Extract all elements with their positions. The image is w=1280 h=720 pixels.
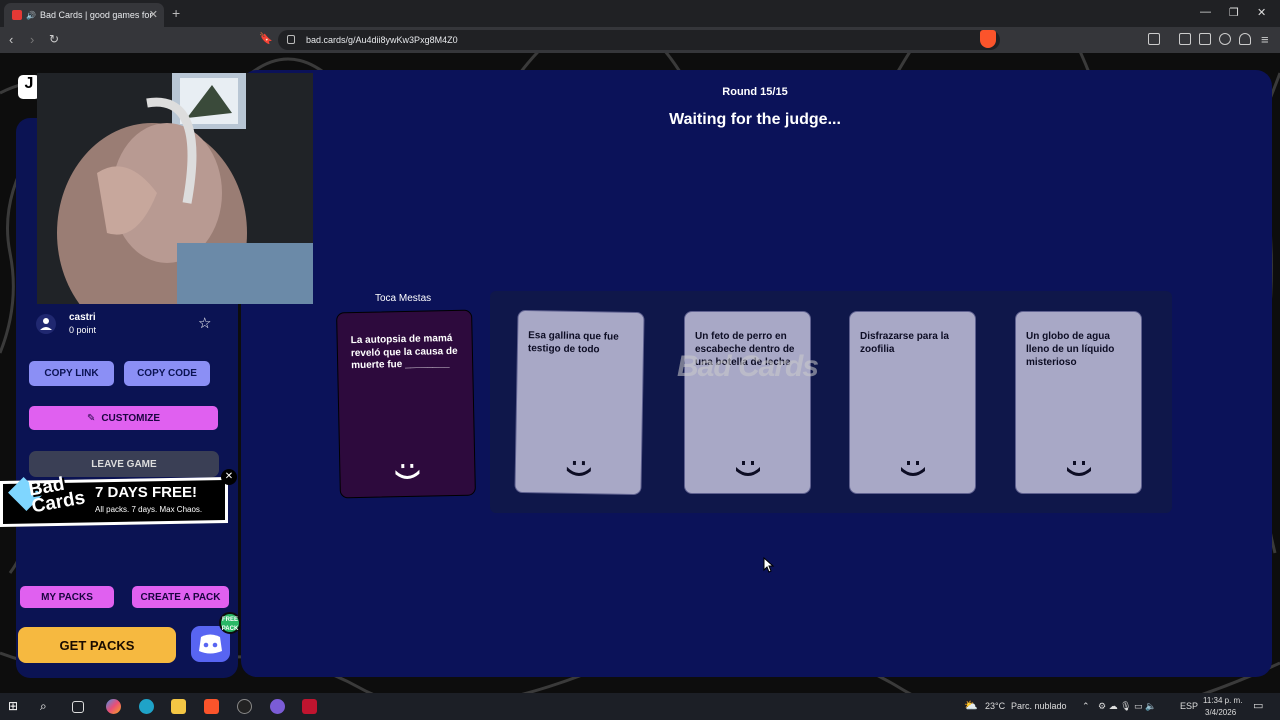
answer-text: Esa gallina que fue testigo de todo [527, 330, 619, 356]
free-pack-badge: FREE PACK [219, 612, 241, 634]
bad-cards-smile-icon [735, 461, 760, 476]
player-row: castri 0 point ☆ [36, 310, 226, 340]
search-icon[interactable]: ⌕ [40, 699, 55, 714]
minimize-icon[interactable]: — [1200, 6, 1211, 18]
player-name: castri [69, 312, 96, 323]
app-taskbar-icon[interactable] [302, 699, 317, 714]
customize-label: CUSTOMIZE [101, 412, 161, 424]
obs-icon[interactable] [237, 699, 252, 714]
leo-ai-icon[interactable] [1219, 33, 1231, 45]
restore-icon[interactable]: ❐ [1229, 6, 1239, 19]
bookmark-icon[interactable]: 🔖 [259, 32, 273, 45]
round-counter: Round 15/15 [722, 86, 788, 98]
browser-tab-bar: 🔊 Bad Cards | good games for ✕ + — ❐ ✕ [0, 0, 1280, 27]
create-pack-button[interactable]: CREATE A PACK [130, 584, 231, 610]
close-tab-icon[interactable]: ✕ [149, 8, 158, 21]
copilot-icon[interactable] [106, 699, 121, 714]
discord-taskbar-icon[interactable] [270, 699, 285, 714]
bad-cards-favicon-icon [12, 10, 22, 20]
language-indicator[interactable]: ESP [1180, 701, 1198, 711]
promo-subtitle: All packs. 7 days. Max Chaos. [95, 505, 203, 514]
site-info-icon[interactable] [287, 35, 295, 44]
url-text: bad.cards/g/Au4dii8ywKw3Pxg8M4Z0 [306, 35, 458, 45]
my-packs-button[interactable]: MY PACKS [18, 584, 116, 610]
player-points: 0 point [69, 325, 97, 335]
notifications-icon[interactable]: ▭ [1253, 699, 1263, 712]
menu-icon[interactable]: ≡ [1261, 32, 1269, 47]
game-status: Waiting for the judge... [669, 111, 841, 128]
file-explorer-icon[interactable] [171, 699, 186, 714]
edge-icon[interactable] [139, 699, 154, 714]
sidebar-panel-icon[interactable] [1148, 33, 1160, 45]
webcam-image [37, 73, 313, 304]
prompt-card: La autopsia de mamá reveló que la causa … [336, 309, 476, 499]
weather-icon[interactable]: ⛅ [964, 699, 978, 712]
wallet-icon[interactable] [1199, 33, 1211, 45]
bad-cards-smile-icon [395, 463, 420, 479]
answer-card[interactable]: Un globo de agua lleno de un líquido mis… [1015, 311, 1142, 494]
web-page: J castri 0 point ☆ COPY LINK COPY CODE ✎… [0, 53, 1280, 693]
vpn-icon[interactable] [1239, 33, 1251, 45]
bad-cards-smile-icon [900, 461, 925, 476]
promo-logo: Bad Cards [27, 473, 87, 518]
bad-cards-smile-icon [566, 460, 591, 476]
get-packs-button[interactable]: GET PACKS [18, 627, 176, 663]
brave-taskbar-icon[interactable] [204, 699, 219, 714]
address-bar[interactable]: bad.cards/g/Au4dii8ywKw3Pxg8M4Z0 [278, 30, 1000, 50]
promo-banner[interactable]: Bad Cards 7 DAYS FREE! All packs. 7 days.… [0, 469, 237, 543]
answer-text: Un globo de agua lleno de un líquido mis… [1026, 331, 1115, 368]
os-taskbar: ⊞ ⌕ ⛅ 23°C Parc. nublado ⌃ ⚙ ☁ 🎙 ▭ 🔈 ESP… [0, 693, 1280, 720]
close-promo-icon[interactable]: ✕ [221, 469, 237, 485]
task-view-icon[interactable] [72, 701, 84, 713]
judge-name: Toca Mestas [375, 293, 432, 304]
promo-title: 7 DAYS FREE! [95, 484, 197, 501]
close-window-icon[interactable]: ✕ [1257, 6, 1266, 19]
split-view-icon[interactable] [1179, 33, 1191, 45]
mouse-cursor-icon [763, 557, 775, 573]
tray-chevron-icon[interactable]: ⌃ [1082, 701, 1090, 712]
answer-card[interactable]: Un feto de perro en escabeche dentro de … [684, 311, 811, 494]
clock-time[interactable]: 11:34 p. m. [1203, 696, 1242, 705]
tab-title: Bad Cards | good games for [39, 10, 153, 20]
browser-toolbar: ‹ › ↻ 🔖 bad.cards/g/Au4dii8ywKw3Pxg8M4Z0… [0, 27, 1280, 53]
forward-icon[interactable]: › [30, 32, 34, 47]
weather-temp[interactable]: 23°C [985, 701, 1005, 711]
answer-card[interactable]: Disfrazarse para la zoofilia [849, 311, 976, 494]
tray-icons[interactable]: ⚙ ☁ 🎙 ▭ 🔈 [1098, 701, 1156, 712]
user-avatar-icon [36, 314, 56, 334]
bad-cards-smile-icon [1066, 461, 1091, 476]
back-icon[interactable]: ‹ [9, 32, 13, 47]
pencil-icon: ✎ [86, 412, 96, 424]
webcam-overlay [37, 73, 313, 304]
new-tab-icon[interactable]: + [172, 5, 180, 21]
watermark-logo: Bad Cards [677, 350, 819, 383]
customize-button[interactable]: ✎ CUSTOMIZE [27, 404, 220, 432]
prompt-text: La autopsia de mamá reveló que la causa … [350, 333, 458, 372]
clock-date[interactable]: 3/4/2026 [1205, 708, 1236, 717]
speaker-icon[interactable]: 🔊 [26, 11, 36, 20]
answer-card[interactable]: Esa gallina que fue testigo de todo [514, 309, 645, 496]
leave-game-button[interactable]: LEAVE GAME [29, 451, 219, 477]
answer-text: Disfrazarse para la zoofilia [860, 331, 949, 355]
weather-desc[interactable]: Parc. nublado [1011, 701, 1067, 711]
copy-code-button[interactable]: COPY CODE [122, 359, 212, 388]
brave-shields-icon[interactable] [980, 30, 996, 48]
browser-tab[interactable]: 🔊 Bad Cards | good games for ✕ [4, 3, 164, 27]
star-icon[interactable]: ☆ [198, 314, 211, 332]
reload-icon[interactable]: ↻ [49, 32, 59, 46]
windows-start-icon[interactable]: ⊞ [8, 699, 23, 714]
copy-link-button[interactable]: COPY LINK [27, 359, 116, 388]
